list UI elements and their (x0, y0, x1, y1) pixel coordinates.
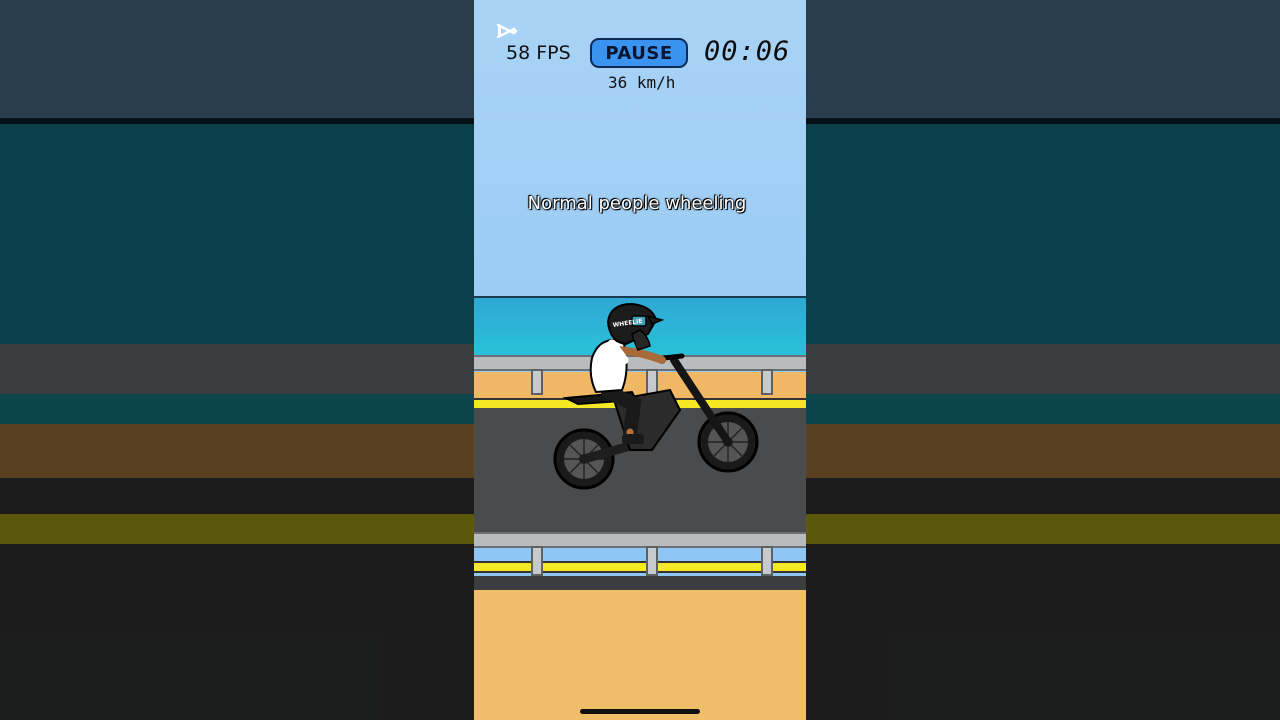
pause-button[interactable]: PAUSE (590, 38, 688, 68)
rider-motorbike: WHEELIE (553, 302, 759, 490)
rail-post (646, 546, 658, 576)
video-caption: Normal people wheeling (527, 193, 747, 214)
game-viewport: WHEELIE 58 FPS PAUSE 00:06 36 km/h Norma… (474, 0, 806, 720)
rail-post (761, 546, 773, 576)
home-indicator[interactable] (580, 709, 700, 714)
rail-post (531, 546, 543, 576)
fps-counter: 58 FPS (506, 42, 571, 64)
road-line-front (474, 561, 806, 573)
road-edge (474, 576, 806, 590)
rail-post (531, 369, 543, 395)
guard-rail-front (474, 532, 806, 548)
rail-post (761, 369, 773, 395)
speedometer: 36 km/h (608, 73, 676, 92)
race-timer: 00:06 (704, 36, 791, 67)
beach-sand-front (474, 590, 806, 720)
capcut-logo-icon (496, 23, 518, 39)
